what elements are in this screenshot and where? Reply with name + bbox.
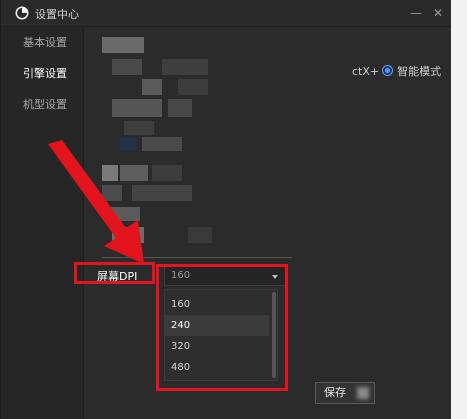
mode-prefix: ctX+ bbox=[352, 65, 380, 78]
sidebar-item-device[interactable]: 机型设置 bbox=[1, 89, 83, 120]
annotation-box-dpi-label bbox=[74, 262, 155, 284]
title-bar: 设置中心 — ✕ bbox=[1, 0, 451, 27]
red-arrow-icon bbox=[48, 140, 144, 264]
close-button[interactable]: ✕ bbox=[429, 4, 447, 22]
smart-mode-option[interactable]: ctX+ 智能模式 bbox=[352, 63, 441, 79]
radio-selected-icon[interactable] bbox=[382, 65, 394, 76]
sidebar-item-basic[interactable]: 基本设置 bbox=[1, 27, 83, 58]
window-title: 设置中心 bbox=[35, 8, 79, 21]
sidebar-item-engine[interactable]: 引擎设置 bbox=[1, 58, 83, 89]
save-button-label: 保存 bbox=[324, 386, 346, 399]
save-button[interactable]: 保存 bbox=[315, 382, 375, 404]
annotation-box-dpi-dropdown bbox=[156, 264, 288, 391]
app-logo-icon bbox=[15, 6, 29, 20]
smart-mode-label: 智能模式 bbox=[397, 65, 442, 78]
save-blur bbox=[357, 387, 369, 399]
minimize-button[interactable]: — bbox=[407, 4, 425, 22]
